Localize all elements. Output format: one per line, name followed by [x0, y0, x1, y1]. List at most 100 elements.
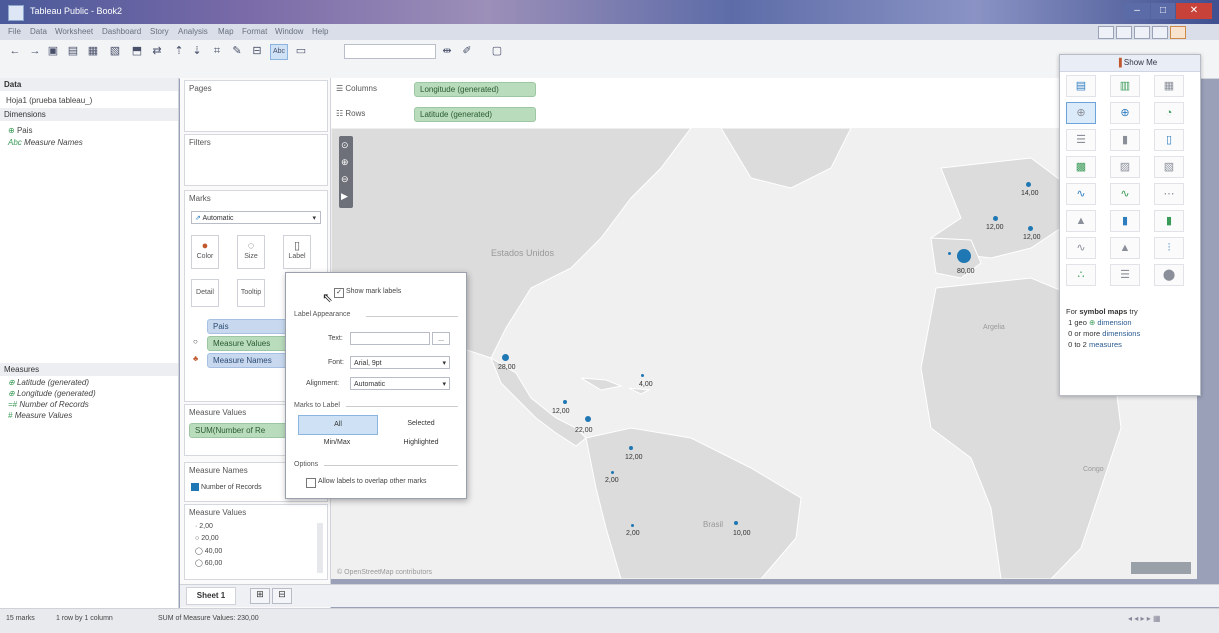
map-mark[interactable]	[1028, 226, 1033, 231]
map-mark[interactable]	[585, 416, 591, 422]
map-mark[interactable]	[993, 216, 998, 221]
text-edit-button[interactable]: ...	[432, 332, 450, 345]
legend-item-number-of-records[interactable]: Number of Records	[191, 483, 262, 491]
map-mark[interactable]	[631, 524, 634, 527]
text-field[interactable]	[350, 332, 430, 345]
sort-desc-icon[interactable]: ⇣	[190, 44, 204, 58]
show-me-chart-option[interactable]: ▩	[1066, 156, 1096, 178]
duplicate-sheet-icon[interactable]: ▧	[108, 44, 122, 58]
show-me-chart-option[interactable]: ▲	[1066, 210, 1096, 232]
tableau-public-small-button[interactable]	[1170, 26, 1186, 39]
show-me-chart-option[interactable]: ⊕	[1066, 102, 1096, 124]
menu-analysis[interactable]: Analysis	[178, 27, 208, 36]
show-me-chart-option[interactable]: ∴	[1066, 264, 1096, 286]
window-title-bar[interactable]	[0, 0, 1219, 24]
alignment-dropdown[interactable]: Automatic ▾	[350, 377, 450, 390]
unknown-locations-indicator[interactable]	[1131, 562, 1191, 574]
search-icon[interactable]: ⊙	[341, 140, 349, 151]
show-me-chart-option[interactable]: ▥	[1110, 75, 1140, 97]
show-me-chart-option[interactable]: ⊕	[1110, 102, 1140, 124]
menu-format[interactable]: Format	[242, 27, 267, 36]
show-me-chart-option[interactable]: ▧	[1154, 156, 1184, 178]
fix-axes-icon[interactable]: ⊟	[250, 44, 264, 58]
show-me-chart-option[interactable]: ◔	[1154, 102, 1184, 124]
menu-story[interactable]: Story	[150, 27, 169, 36]
measure-longitude[interactable]: ⊕ Longitude (generated)	[8, 389, 96, 398]
menu-window[interactable]: Window	[275, 27, 303, 36]
show-me-chart-option[interactable]: ▮	[1110, 129, 1140, 151]
swap-icon[interactable]: ⇄	[150, 44, 164, 58]
legend-scrollbar[interactable]	[317, 523, 323, 573]
map-mark[interactable]	[502, 354, 509, 361]
mark-label-selected-option[interactable]: Selected	[382, 415, 460, 433]
dimension-pais[interactable]: ⊕ Pais	[8, 126, 33, 135]
show-labels-icon[interactable]: Abc	[270, 44, 288, 60]
pan-icon[interactable]: ▶	[341, 191, 348, 202]
new-dashboard-tab-icon[interactable]: ⊟	[272, 588, 292, 604]
filters-shelf[interactable]: Filters	[184, 134, 328, 186]
font-dropdown[interactable]: Arial, 9pt ▾	[350, 356, 450, 369]
pen-icon[interactable]: ✐	[460, 44, 474, 58]
measure-number-of-records[interactable]: =# Number of Records	[8, 400, 89, 409]
group-icon[interactable]: ⌗	[210, 44, 224, 58]
map-mark[interactable]	[563, 400, 567, 404]
highlight-icon[interactable]: ✎	[230, 44, 244, 58]
map-mark[interactable]	[734, 521, 738, 525]
pages-shelf[interactable]: Pages	[184, 80, 328, 132]
color-button[interactable]: ● Color	[191, 235, 219, 269]
measure-latitude[interactable]: ⊕ Latitude (generated)	[8, 378, 89, 387]
mark-type-dropdown[interactable]: ⇗ Automatic ▾	[191, 211, 321, 224]
show-me-chart-option[interactable]: ▮	[1110, 210, 1140, 232]
show-me-chart-option[interactable]: ∿	[1110, 183, 1140, 205]
menu-map[interactable]: Map	[218, 27, 234, 36]
marks-pill-pais[interactable]: Pais	[207, 319, 289, 334]
forward-icon[interactable]: →	[28, 44, 42, 58]
map-mark[interactable]	[629, 446, 633, 450]
new-worksheet-icon[interactable]: ▦	[86, 44, 100, 58]
menu-data[interactable]: Data	[30, 27, 47, 36]
show-me-chart-option[interactable]: ▨	[1110, 156, 1140, 178]
dimension-measure-names[interactable]: Abc Measure Names	[8, 138, 83, 147]
close-button[interactable]: ✕	[1176, 3, 1212, 19]
menu-worksheet[interactable]: Worksheet	[55, 27, 93, 36]
marks-pill-measure-values[interactable]: Measure Values	[207, 336, 289, 351]
zoom-out-icon[interactable]: ⊖	[341, 174, 349, 185]
show-me-chart-option[interactable]: ⫶	[1154, 237, 1184, 259]
map-mark[interactable]	[1026, 182, 1031, 187]
show-me-chart-option[interactable]: ∿	[1066, 237, 1096, 259]
maximize-button[interactable]: □	[1151, 3, 1175, 19]
menu-help[interactable]: Help	[312, 27, 328, 36]
show-me-chart-option[interactable]: ⋯	[1154, 183, 1184, 205]
show-me-chart-option[interactable]: ∿	[1066, 183, 1096, 205]
show-me-chart-option[interactable]: ▮	[1154, 210, 1184, 232]
rows-pill-latitude[interactable]: Latitude (generated)	[414, 107, 536, 122]
window-cascade-small-button[interactable]	[1134, 26, 1150, 39]
menu-file[interactable]: File	[8, 27, 21, 36]
back-icon[interactable]: ←	[8, 44, 22, 58]
show-me-chart-option[interactable]: ☰	[1110, 264, 1140, 286]
show-me-chart-option[interactable]: ▯	[1154, 129, 1184, 151]
window-tile-small-button[interactable]	[1116, 26, 1132, 39]
menu-dashboard[interactable]: Dashboard	[102, 27, 141, 36]
sheet-tab[interactable]: Sheet 1	[186, 587, 236, 605]
show-me-chart-option[interactable]: ▲	[1110, 237, 1140, 259]
save-icon[interactable]: ▣	[46, 44, 60, 58]
mark-label-all-option[interactable]: All	[298, 415, 378, 435]
pin-icon[interactable]: ⇹	[440, 44, 454, 58]
data-source[interactable]: Hoja1 (prueba tableau_)	[6, 96, 92, 105]
map-mark[interactable]	[948, 252, 951, 255]
label-button[interactable]: ▯ Label	[283, 235, 311, 269]
measure-measure-values[interactable]: # Measure Values	[8, 411, 72, 420]
marks-pill-measure-names[interactable]: Measure Names	[207, 353, 289, 368]
show-mark-labels-checkbox[interactable]: ✓	[334, 288, 344, 298]
window-restore-small-button[interactable]	[1098, 26, 1114, 39]
presentation-icon[interactable]: ▢	[490, 44, 504, 58]
allow-overlap-checkbox[interactable]	[306, 478, 316, 488]
zoom-in-icon[interactable]: ⊕	[341, 157, 349, 168]
map-mark[interactable]	[957, 249, 971, 263]
mark-label-highlighted-option[interactable]: Highlighted	[382, 435, 460, 451]
fit-icon[interactable]: ▭	[294, 44, 308, 58]
new-datasource-icon[interactable]: ▤	[66, 44, 80, 58]
detail-button[interactable]: Detail	[191, 279, 219, 307]
map-mark[interactable]	[611, 471, 614, 474]
